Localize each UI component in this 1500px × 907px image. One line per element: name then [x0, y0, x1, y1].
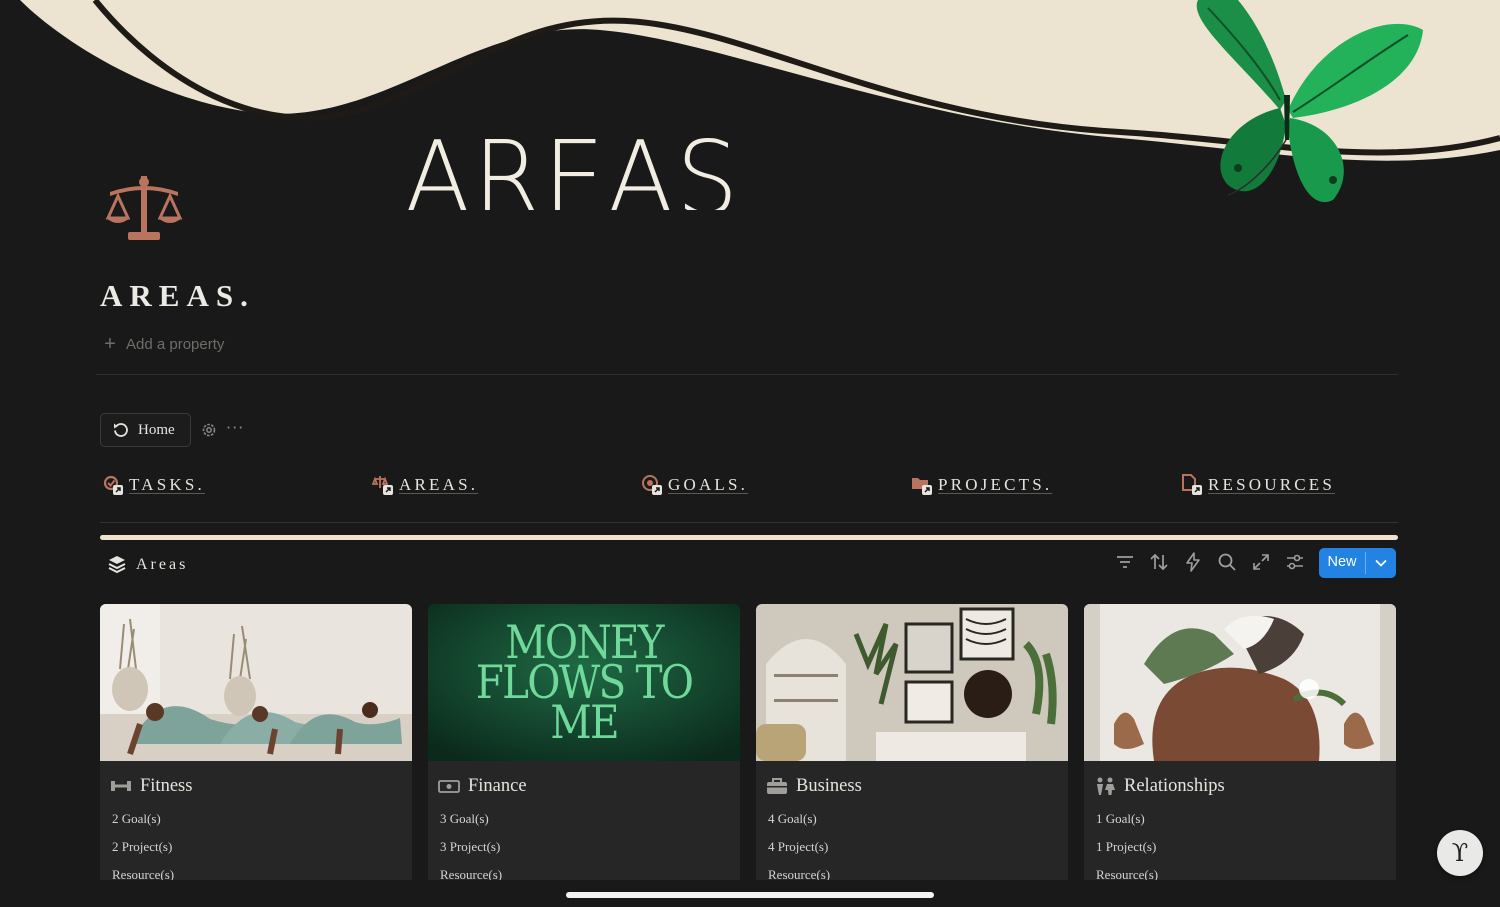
money-icon: [438, 780, 460, 793]
settings-sliders-icon: [1287, 554, 1303, 570]
home-button-label: Home: [138, 421, 175, 438]
card-title: Business: [766, 774, 862, 798]
search-button[interactable]: [1217, 552, 1237, 572]
card-goals-count: 4 Goal(s): [768, 811, 817, 826]
resources-link-icon: [1182, 474, 1202, 495]
card-title-label: Finance: [468, 775, 527, 796]
card-title: Finance: [438, 774, 527, 798]
card-cover-image: [756, 604, 1068, 761]
butterfly-icon: [1196, 0, 1423, 203]
card-projects-count: 4 Project(s): [768, 839, 829, 854]
home-button[interactable]: Home: [100, 413, 191, 447]
card-goals-count: 2 Goal(s): [112, 811, 161, 826]
card-goals-count: 1 Goal(s): [1096, 811, 1145, 826]
search-icon: [1218, 553, 1236, 571]
add-property-button[interactable]: + Add a property: [102, 332, 224, 356]
nav-link-resources[interactable]: RESOURCES: [1181, 472, 1335, 498]
card-title-label: Relationships: [1124, 775, 1225, 796]
card-business[interactable]: Business 4 Goal(s) 4 Project(s) Resource…: [756, 604, 1068, 894]
sort-button[interactable]: [1149, 552, 1169, 572]
nav-divider: [100, 522, 1398, 523]
new-dropdown-button[interactable]: [1366, 548, 1396, 578]
more-options-button[interactable]: ···: [226, 418, 246, 438]
expand-button[interactable]: [1251, 552, 1271, 572]
nav-link-label: TASKS.: [129, 475, 205, 494]
nav-link-areas[interactable]: AREAS.: [372, 472, 478, 498]
sort-icon: [1150, 553, 1168, 571]
chevron-down-icon: [1375, 559, 1387, 567]
page-cover: AREAS: [0, 0, 1500, 260]
automation-icon: [1186, 552, 1200, 572]
tasks-link-icon: [103, 475, 123, 495]
filter-button[interactable]: [1115, 552, 1135, 572]
filter-icon: [1117, 556, 1133, 568]
nav-link-projects[interactable]: PROJECTS.: [911, 472, 1052, 498]
accent-bar: [100, 535, 1398, 540]
card-finance[interactable]: MONEY FLOWS TO ME Finance 3 Goal(s) 3 Pr…: [428, 604, 740, 894]
gear-icon[interactable]: [200, 421, 218, 439]
nav-link-goals[interactable]: GOALS.: [641, 472, 748, 498]
expand-icon: [1253, 554, 1269, 570]
card-projects-count: 2 Project(s): [112, 839, 173, 854]
add-property-label: Add a property: [126, 335, 225, 353]
nav-link-label: PROJECTS.: [938, 475, 1053, 494]
page-title[interactable]: AREAS.: [100, 278, 255, 314]
cover-wordmark: AREAS: [404, 128, 741, 210]
properties-divider: [96, 374, 1398, 375]
automation-button[interactable]: [1183, 552, 1203, 572]
areas-link-icon: [372, 476, 393, 495]
nav-link-label: RESOURCES: [1208, 475, 1336, 494]
database-title[interactable]: Areas: [108, 553, 188, 577]
card-goals-count: 3 Goal(s): [440, 811, 489, 826]
projects-link-icon: [912, 478, 932, 495]
card-cover-image: [100, 604, 412, 761]
help-button[interactable]: ϒ: [1437, 830, 1483, 876]
scales-icon[interactable]: [104, 174, 184, 242]
view-settings-button[interactable]: [1285, 552, 1305, 572]
nav-link-label: AREAS.: [399, 475, 479, 494]
home-indicator-bar[interactable]: [566, 892, 934, 898]
briefcase-icon: [767, 778, 787, 794]
nav-link-label: GOALS.: [668, 475, 749, 494]
card-title-label: Fitness: [140, 775, 193, 796]
new-button[interactable]: New: [1319, 548, 1396, 578]
new-button-label: New: [1327, 554, 1357, 570]
people-icon: [1097, 777, 1115, 795]
database-title-label: Areas: [136, 556, 189, 573]
card-relationships[interactable]: Relationships 1 Goal(s) 1 Project(s) Res…: [1084, 604, 1396, 894]
card-title-label: Business: [796, 775, 862, 796]
card-fitness[interactable]: Fitness 2 Goal(s) 2 Project(s) Resource(…: [100, 604, 412, 894]
nav-link-tasks[interactable]: TASKS.: [102, 472, 205, 498]
goals-link-icon: [642, 475, 662, 495]
card-cover-image: MONEY FLOWS TO ME: [428, 604, 740, 761]
help-icon: ϒ: [1451, 839, 1469, 867]
layers-icon: [108, 556, 126, 574]
dumbbell-icon: [111, 781, 131, 791]
card-title: Fitness: [110, 774, 192, 798]
card-projects-count: 3 Project(s): [440, 839, 501, 854]
card-title: Relationships: [1094, 774, 1225, 798]
cover-affirmation-text: MONEY FLOWS TO ME: [475, 615, 694, 749]
card-projects-count: 1 Project(s): [1096, 839, 1157, 854]
card-cover-image: [1084, 604, 1396, 761]
plus-icon: +: [104, 333, 116, 355]
refresh-icon: [114, 423, 128, 437]
